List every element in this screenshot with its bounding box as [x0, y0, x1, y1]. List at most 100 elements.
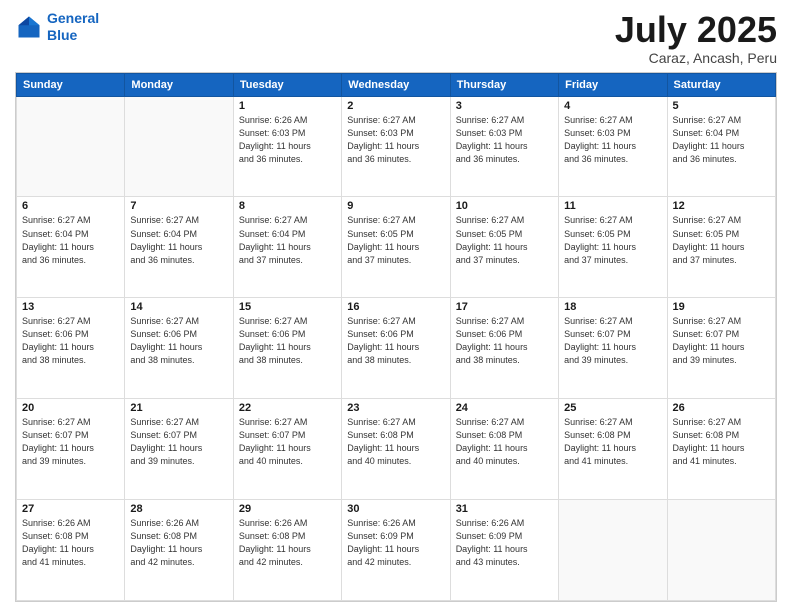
day-number: 8 — [239, 200, 336, 212]
day-number: 6 — [22, 200, 119, 212]
page: General Blue July 2025 Caraz, Ancash, Pe… — [0, 0, 792, 612]
day-info: Sunrise: 6:27 AMSunset: 6:05 PMDaylight:… — [347, 214, 444, 266]
calendar-cell — [559, 500, 667, 601]
main-title: July 2025 — [615, 10, 777, 50]
calendar-cell: 24 Sunrise: 6:27 AMSunset: 6:08 PMDayligh… — [450, 399, 558, 500]
day-number: 10 — [456, 200, 553, 212]
day-info: Sunrise: 6:27 AMSunset: 6:08 PMDaylight:… — [456, 416, 553, 468]
col-header-wednesday: Wednesday — [342, 73, 450, 96]
calendar-cell: 8 Sunrise: 6:27 AMSunset: 6:04 PMDaylight… — [233, 197, 341, 298]
day-number: 9 — [347, 200, 444, 212]
day-info: Sunrise: 6:27 AMSunset: 6:04 PMDaylight:… — [130, 214, 227, 266]
calendar-body: 1 Sunrise: 6:26 AMSunset: 6:03 PMDaylight… — [17, 96, 776, 600]
calendar-cell: 3 Sunrise: 6:27 AMSunset: 6:03 PMDaylight… — [450, 96, 558, 197]
calendar-cell: 13 Sunrise: 6:27 AMSunset: 6:06 PMDayligh… — [17, 298, 125, 399]
calendar-cell: 21Sunrise: 6:27 AMSunset: 6:07 PMDayligh… — [125, 399, 233, 500]
calendar-week-3: 13 Sunrise: 6:27 AMSunset: 6:06 PMDayligh… — [17, 298, 776, 399]
day-info: Sunrise: 6:27 AMSunset: 6:06 PMDaylight:… — [22, 315, 119, 367]
calendar-header-row: SundayMondayTuesdayWednesdayThursdayFrid… — [17, 73, 776, 96]
day-number: 3 — [456, 100, 553, 112]
day-info: Sunrise: 6:26 AMSunset: 6:08 PMDaylight:… — [130, 517, 227, 569]
calendar-cell — [17, 96, 125, 197]
day-info: Sunrise: 6:27 AMSunset: 6:07 PMDaylight:… — [673, 315, 770, 367]
day-number: 4 — [564, 100, 661, 112]
day-info: Sunrise: 6:26 AMSunset: 6:03 PMDaylight:… — [239, 114, 336, 166]
logo-general: General — [47, 10, 99, 26]
subtitle: Caraz, Ancash, Peru — [615, 50, 777, 66]
day-number: 28 — [130, 503, 227, 515]
day-info: Sunrise: 6:27 AMSunset: 6:07 PMDaylight:… — [564, 315, 661, 367]
calendar: SundayMondayTuesdayWednesdayThursdayFrid… — [15, 72, 777, 602]
day-info: Sunrise: 6:26 AMSunset: 6:08 PMDaylight:… — [22, 517, 119, 569]
day-number: 7 — [130, 200, 227, 212]
calendar-cell — [667, 500, 775, 601]
calendar-week-2: 6 Sunrise: 6:27 AMSunset: 6:04 PMDaylight… — [17, 197, 776, 298]
day-number: 22 — [239, 402, 336, 414]
logo: General Blue — [15, 10, 99, 44]
day-info: Sunrise: 6:26 AMSunset: 6:09 PMDaylight:… — [347, 517, 444, 569]
day-number: 19 — [673, 301, 770, 313]
day-info: Sunrise: 6:27 AMSunset: 6:04 PMDaylight:… — [673, 114, 770, 166]
calendar-cell: 28 Sunrise: 6:26 AMSunset: 6:08 PMDayligh… — [125, 500, 233, 601]
calendar-cell: 20Sunrise: 6:27 AMSunset: 6:07 PMDayligh… — [17, 399, 125, 500]
calendar-table: SundayMondayTuesdayWednesdayThursdayFrid… — [16, 73, 776, 601]
calendar-cell: 30 Sunrise: 6:26 AMSunset: 6:09 PMDayligh… — [342, 500, 450, 601]
day-info: Sunrise: 6:27 AMSunset: 6:03 PMDaylight:… — [456, 114, 553, 166]
calendar-cell: 10Sunrise: 6:27 AMSunset: 6:05 PMDayligh… — [450, 197, 558, 298]
calendar-cell: 5 Sunrise: 6:27 AMSunset: 6:04 PMDaylight… — [667, 96, 775, 197]
day-info: Sunrise: 6:26 AMSunset: 6:08 PMDaylight:… — [239, 517, 336, 569]
day-info: Sunrise: 6:26 AMSunset: 6:09 PMDaylight:… — [456, 517, 553, 569]
day-info: Sunrise: 6:27 AMSunset: 6:08 PMDaylight:… — [673, 416, 770, 468]
day-number: 18 — [564, 301, 661, 313]
calendar-cell: 2Sunrise: 6:27 AMSunset: 6:03 PMDaylight… — [342, 96, 450, 197]
calendar-cell: 26Sunrise: 6:27 AMSunset: 6:08 PMDayligh… — [667, 399, 775, 500]
day-number: 2 — [347, 100, 444, 112]
calendar-cell: 1 Sunrise: 6:26 AMSunset: 6:03 PMDaylight… — [233, 96, 341, 197]
day-number: 30 — [347, 503, 444, 515]
logo-icon — [15, 13, 43, 41]
day-info: Sunrise: 6:27 AMSunset: 6:07 PMDaylight:… — [239, 416, 336, 468]
day-number: 23 — [347, 402, 444, 414]
day-number: 21 — [130, 402, 227, 414]
calendar-cell: 12Sunrise: 6:27 AMSunset: 6:05 PMDayligh… — [667, 197, 775, 298]
title-block: July 2025 Caraz, Ancash, Peru — [615, 10, 777, 66]
day-number: 1 — [239, 100, 336, 112]
day-number: 14 — [130, 301, 227, 313]
calendar-cell: 14Sunrise: 6:27 AMSunset: 6:06 PMDayligh… — [125, 298, 233, 399]
calendar-cell: 19 Sunrise: 6:27 AMSunset: 6:07 PMDayligh… — [667, 298, 775, 399]
calendar-cell: 11Sunrise: 6:27 AMSunset: 6:05 PMDayligh… — [559, 197, 667, 298]
col-header-monday: Monday — [125, 73, 233, 96]
calendar-week-1: 1 Sunrise: 6:26 AMSunset: 6:03 PMDaylight… — [17, 96, 776, 197]
day-info: Sunrise: 6:27 AMSunset: 6:06 PMDaylight:… — [456, 315, 553, 367]
calendar-cell: 18 Sunrise: 6:27 AMSunset: 6:07 PMDayligh… — [559, 298, 667, 399]
day-info: Sunrise: 6:27 AMSunset: 6:04 PMDaylight:… — [239, 214, 336, 266]
day-number: 13 — [22, 301, 119, 313]
day-info: Sunrise: 6:27 AMSunset: 6:06 PMDaylight:… — [239, 315, 336, 367]
calendar-cell: 7 Sunrise: 6:27 AMSunset: 6:04 PMDaylight… — [125, 197, 233, 298]
day-number: 15 — [239, 301, 336, 313]
day-info: Sunrise: 6:27 AMSunset: 6:05 PMDaylight:… — [673, 214, 770, 266]
day-number: 27 — [22, 503, 119, 515]
logo-text: General Blue — [47, 10, 99, 44]
calendar-cell: 27 Sunrise: 6:26 AMSunset: 6:08 PMDayligh… — [17, 500, 125, 601]
calendar-cell: 25Sunrise: 6:27 AMSunset: 6:08 PMDayligh… — [559, 399, 667, 500]
calendar-cell: 29 Sunrise: 6:26 AMSunset: 6:08 PMDayligh… — [233, 500, 341, 601]
calendar-cell: 15 Sunrise: 6:27 AMSunset: 6:06 PMDayligh… — [233, 298, 341, 399]
calendar-cell: 9 Sunrise: 6:27 AMSunset: 6:05 PMDaylight… — [342, 197, 450, 298]
calendar-cell: 6Sunrise: 6:27 AMSunset: 6:04 PMDaylight… — [17, 197, 125, 298]
calendar-week-4: 20Sunrise: 6:27 AMSunset: 6:07 PMDayligh… — [17, 399, 776, 500]
logo-blue: Blue — [47, 27, 77, 43]
calendar-cell: 23 Sunrise: 6:27 AMSunset: 6:08 PMDayligh… — [342, 399, 450, 500]
calendar-cell — [125, 96, 233, 197]
day-number: 31 — [456, 503, 553, 515]
day-info: Sunrise: 6:27 AMSunset: 6:08 PMDaylight:… — [564, 416, 661, 468]
day-number: 5 — [673, 100, 770, 112]
day-number: 24 — [456, 402, 553, 414]
col-header-saturday: Saturday — [667, 73, 775, 96]
calendar-cell: 22 Sunrise: 6:27 AMSunset: 6:07 PMDayligh… — [233, 399, 341, 500]
day-number: 17 — [456, 301, 553, 313]
day-info: Sunrise: 6:27 AMSunset: 6:08 PMDaylight:… — [347, 416, 444, 468]
day-number: 16 — [347, 301, 444, 313]
day-info: Sunrise: 6:27 AMSunset: 6:03 PMDaylight:… — [564, 114, 661, 166]
day-number: 29 — [239, 503, 336, 515]
